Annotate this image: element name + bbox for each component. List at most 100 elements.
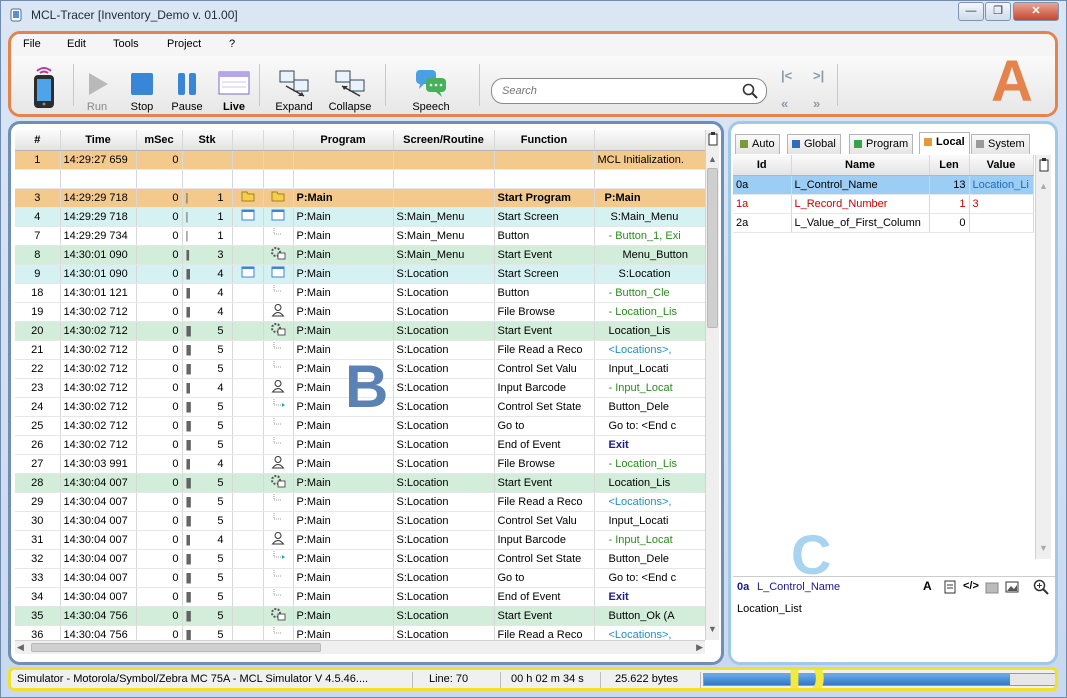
table-row[interactable]: 3 14:29:29 718 0 | 1 P:Main Start Program P:Mai… xyxy=(15,188,705,208)
table-row[interactable]: 29 14:30:04 007 0 ||||| 5 P:Main S:Location Fi… xyxy=(15,492,705,512)
table-row[interactable]: 27 14:30:03 991 0 |||| 4 P:Main S:Location Fil… xyxy=(15,454,705,474)
image-icon[interactable] xyxy=(1005,580,1019,594)
column-header-name[interactable]: Name xyxy=(791,155,930,176)
close-button[interactable]: ✕ xyxy=(1013,2,1059,21)
trace-scroll-thumb[interactable] xyxy=(707,168,718,328)
scroll-down-icon[interactable]: ▼ xyxy=(708,624,717,634)
font-icon[interactable]: A xyxy=(923,579,932,593)
column-header-number[interactable]: # xyxy=(15,130,61,151)
speech-button[interactable]: Speech xyxy=(409,56,453,114)
scroll-left-icon[interactable]: ◀ xyxy=(17,642,24,653)
device-button[interactable] xyxy=(25,56,61,114)
trace-horizontal-thumb[interactable] xyxy=(31,643,321,652)
column-header-detail[interactable] xyxy=(594,130,705,151)
run-button[interactable]: Run xyxy=(81,56,113,114)
menu-edit[interactable]: Edit xyxy=(67,38,86,50)
search-input[interactable] xyxy=(502,83,732,99)
first-icon[interactable]: |< xyxy=(781,68,792,83)
scroll-up-icon[interactable]: ▲ xyxy=(708,154,717,164)
table-row[interactable]: 23 14:30:02 712 0 |||| 4 P:Main S:Location Inp… xyxy=(15,378,705,398)
menu-project[interactable]: Project xyxy=(167,38,201,50)
export-icon[interactable] xyxy=(985,580,999,594)
table-row[interactable]: 36 14:30:04 756 0 ||||| 5 P:Main S:Location Fi… xyxy=(15,625,705,640)
row-time-ms: 712 xyxy=(109,438,128,451)
table-row[interactable]: 8 14:30:01 090 0 ||| 3 P:Main S:Main_Menu Start… xyxy=(15,245,705,265)
expand-button[interactable]: Expand xyxy=(273,56,315,114)
table-row[interactable]: 33 14:30:04 007 0 ||||| 5 P:Main S:Location Go… xyxy=(15,568,705,588)
table-row[interactable]: 25 14:30:02 712 0 ||||| 5 P:Main S:Location Go… xyxy=(15,416,705,436)
table-row[interactable]: 26 14:30:02 712 0 ||||| 5 P:Main S:Location En… xyxy=(15,435,705,455)
screen-icon xyxy=(241,209,254,221)
column-header-msec[interactable]: mSec xyxy=(136,130,183,151)
code-icon[interactable]: </> xyxy=(963,580,979,592)
tab-system[interactable]: System xyxy=(971,134,1030,154)
previous-icon[interactable]: « xyxy=(781,96,788,111)
trace-vertical-scrollbar[interactable]: ▲ ▼ xyxy=(705,130,719,640)
minimize-button[interactable]: — xyxy=(958,2,984,21)
column-header-stk[interactable]: Stk xyxy=(182,130,233,151)
table-row[interactable]: 1 14:29:27 659 0 MCL Initialization. xyxy=(15,150,705,170)
column-header-id[interactable]: Id xyxy=(733,155,792,176)
pause-button[interactable]: Pause xyxy=(169,56,205,114)
scroll-right-icon[interactable]: ▶ xyxy=(696,642,703,653)
table-row[interactable]: 24 14:30:02 712 0 ||||| 5 P:Main S:Location Co… xyxy=(15,397,705,417)
menu-tools[interactable]: Tools xyxy=(113,38,139,50)
document-icon[interactable] xyxy=(943,580,957,594)
tab-auto[interactable]: Auto xyxy=(735,134,780,154)
maximize-button[interactable]: ❐ xyxy=(985,2,1011,21)
scroll-up-icon[interactable]: ▲ xyxy=(1039,181,1048,191)
table-row[interactable]: 31 14:30:04 007 0 |||| 4 P:Main S:Location Inp… xyxy=(15,530,705,550)
tab-local[interactable]: Local xyxy=(919,132,970,154)
column-header-program[interactable]: Program xyxy=(293,130,394,151)
clipboard-icon[interactable] xyxy=(1039,158,1049,172)
row-detail xyxy=(594,169,705,189)
tab-program[interactable]: Program xyxy=(849,134,914,154)
table-row[interactable]: 4 14:29:29 718 0 | 1 P:Main S:Main_Menu Start S… xyxy=(15,207,705,227)
column-header-icon2[interactable] xyxy=(263,130,294,151)
table-row[interactable]: 35 14:30:04 756 0 ||||| 5 P:Main S:Location Sta… xyxy=(15,606,705,626)
tab-global[interactable]: Global xyxy=(787,134,841,154)
table-row[interactable]: 20 14:30:02 712 0 ||||| 5 P:Main S:Location Sta… xyxy=(15,321,705,341)
row-detail: Exit xyxy=(594,587,705,607)
last-icon[interactable]: >| xyxy=(813,68,824,83)
table-row[interactable] xyxy=(15,169,705,189)
table-row[interactable]: 34 14:30:04 007 0 ||||| 5 P:Main S:Location En… xyxy=(15,587,705,607)
live-label: Live xyxy=(222,101,245,113)
zoom-icon[interactable] xyxy=(1033,579,1049,595)
stack-depth: 4 xyxy=(217,305,224,318)
collapse-button[interactable]: Collapse xyxy=(325,56,375,114)
row-time-ms: 007 xyxy=(109,533,128,546)
variable-row[interactable]: 0a L_Control_Name 13 Location_Li xyxy=(733,175,1034,195)
table-row[interactable]: 21 14:30:02 712 0 ||||| 5 P:Main S:Location Fi… xyxy=(15,340,705,360)
row-function: Start Screen xyxy=(494,264,595,284)
clipboard-icon[interactable] xyxy=(708,132,718,146)
table-row[interactable]: 28 14:30:04 007 0 ||||| 5 P:Main S:Location Sta… xyxy=(15,473,705,493)
stop-button[interactable]: Stop xyxy=(125,56,159,114)
table-row[interactable]: 19 14:30:02 712 0 |||| 4 P:Main S:Location Fil… xyxy=(15,302,705,322)
column-header-function[interactable]: Function xyxy=(494,130,595,151)
column-header-time[interactable]: Time xyxy=(60,130,137,151)
table-row[interactable]: 22 14:30:02 712 0 ||||| 5 P:Main S:Location Co… xyxy=(15,359,705,379)
menu-file[interactable]: File xyxy=(23,38,41,50)
column-header-len[interactable]: Len xyxy=(929,155,970,176)
detail-value[interactable]: Location_List xyxy=(737,603,802,615)
scroll-down-icon[interactable]: ▼ xyxy=(1039,543,1048,553)
trace-horizontal-scrollbar[interactable]: ◀ ▶ xyxy=(15,640,705,654)
variable-row[interactable]: 2a L_Value_of_First_Column 0 xyxy=(733,213,1034,233)
column-header-value[interactable]: Value xyxy=(969,155,1034,176)
table-row[interactable]: 9 14:30:01 090 0 |||| 4 P:Main S:Location Start… xyxy=(15,264,705,284)
variable-row[interactable]: 1a L_Record_Number 1 3 xyxy=(733,194,1034,214)
live-button[interactable]: Live xyxy=(215,56,253,114)
menu-help[interactable]: ? xyxy=(229,38,235,50)
row-time-ms: 734 xyxy=(109,229,128,242)
table-row[interactable]: 18 14:30:01 121 0 |||| 4 P:Main S:Location But… xyxy=(15,283,705,303)
table-row[interactable]: 32 14:30:04 007 0 ||||| 5 P:Main S:Location Co… xyxy=(15,549,705,569)
column-header-screen[interactable]: Screen/Routine xyxy=(393,130,495,151)
column-header-icon1[interactable] xyxy=(232,130,264,151)
table-row[interactable]: 30 14:30:04 007 0 ||||| 5 P:Main S:Location Co… xyxy=(15,511,705,531)
next-icon[interactable]: » xyxy=(813,96,820,111)
search-icon[interactable] xyxy=(742,83,758,99)
table-row[interactable]: 7 14:29:29 734 0 | 1 P:Main S:Main_Menu Button… xyxy=(15,226,705,246)
row-program: P:Main xyxy=(293,549,394,569)
variables-vertical-scrollbar[interactable]: ▲ ▼ xyxy=(1035,155,1051,559)
